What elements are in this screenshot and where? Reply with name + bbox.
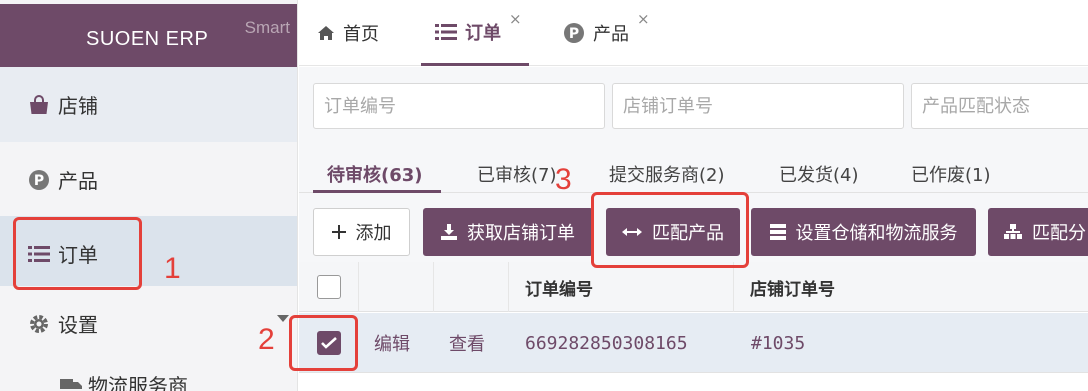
server-icon <box>769 224 786 240</box>
annotation-box-2 <box>289 315 358 371</box>
sidebar-subitem-logistics[interactable]: 物流服务商 <box>60 370 188 391</box>
edit-link[interactable]: 编辑 <box>374 313 410 373</box>
orders-table: 订单编号 店铺订单号 编辑 查看 669282850308165 #1035 <box>299 262 1088 391</box>
tab-shipped[interactable]: 已发货(4) <box>779 161 859 187</box>
chevron-down-icon <box>277 315 289 322</box>
fetch-shop-orders-button[interactable]: 获取店铺订单 <box>423 208 593 256</box>
shopping-bag-icon <box>26 94 52 116</box>
p-circle-icon: P <box>26 169 52 191</box>
active-tab-indicator <box>313 190 441 193</box>
plus-icon <box>331 225 346 239</box>
order-number-input[interactable] <box>313 83 605 129</box>
tab-label: 产品 <box>593 24 629 45</box>
brand-tag: Smart <box>244 18 290 37</box>
button-label: 设置仓储和物流服务 <box>795 223 958 244</box>
tab-label: 首页 <box>343 24 379 45</box>
match-status-select[interactable] <box>911 83 1088 129</box>
brand-header: SUOEN ERP Smart <box>0 4 297 67</box>
brand-name: SUOEN ERP <box>86 28 209 50</box>
annotation-number-3: 3 <box>555 163 572 196</box>
svg-text:P: P <box>34 173 44 189</box>
view-link[interactable]: 查看 <box>449 313 485 373</box>
button-label: 获取店铺订单 <box>467 223 575 244</box>
close-icon[interactable]: × <box>637 10 650 28</box>
tab-products[interactable]: P 产品 <box>563 0 629 66</box>
annotation-number-2: 2 <box>258 323 275 356</box>
column-header-shop-order-number[interactable]: 店铺订单号 <box>734 262 1088 312</box>
assign-button[interactable]: 匹配分 <box>988 208 1088 256</box>
tab-bar: 首页 订单 × P 产品 × <box>299 0 1088 66</box>
column-header-order-number[interactable]: 订单编号 <box>509 262 734 312</box>
tab-voided[interactable]: 已作废(1) <box>911 161 991 187</box>
annotation-box-3 <box>591 192 749 268</box>
shop-order-number-cell: #1035 <box>751 332 806 354</box>
sidebar-item-label: 店铺 <box>58 94 98 118</box>
set-warehouse-logistics-button[interactable]: 设置仓储和物流服务 <box>751 208 976 256</box>
select-all-checkbox[interactable] <box>316 275 341 299</box>
button-label: 匹配分 <box>1032 223 1086 244</box>
column-header-view <box>434 262 509 312</box>
svg-text:P: P <box>569 26 579 42</box>
sidebar-item-shop[interactable]: 店铺 <box>0 67 297 142</box>
order-number-cell: 669282850308165 <box>525 332 688 354</box>
sidebar-item-label: 产品 <box>58 169 98 193</box>
p-circle-icon: P <box>563 22 585 44</box>
close-icon[interactable]: × <box>509 10 522 28</box>
sidebar-item-settings[interactable]: 设置 <box>0 286 297 361</box>
sitemap-icon <box>1004 224 1022 240</box>
column-header-edit <box>359 262 434 312</box>
annotation-number-1: 1 <box>164 252 181 285</box>
home-icon <box>317 25 335 41</box>
button-label: 添加 <box>355 223 392 244</box>
download-icon <box>441 224 457 240</box>
add-button[interactable]: 添加 <box>313 208 410 256</box>
sidebar-item-label: 设置 <box>58 313 98 337</box>
select-all-cell <box>299 262 359 312</box>
tab-submitted-provider[interactable]: 提交服务商(2) <box>609 161 725 187</box>
table-row[interactable]: 编辑 查看 669282850308165 #1035 <box>299 313 1088 373</box>
sidebar-item-product[interactable]: P 产品 <box>0 142 297 217</box>
shop-order-number-input[interactable] <box>612 83 904 129</box>
status-tabs: 待审核(63) 已审核(7) 提交服务商(2) 已发货(4) 已作废(1) <box>299 153 1088 193</box>
tab-reviewed[interactable]: 已审核(7) <box>477 161 557 187</box>
sidebar-subitem-label: 物流服务商 <box>88 374 188 391</box>
sidebar: SUOEN ERP Smart 店铺 P 产品 订单 设置 物流服务商 <box>0 0 298 391</box>
annotation-box-1 <box>13 217 142 290</box>
table-header: 订单编号 店铺订单号 <box>299 262 1088 312</box>
truck-icon <box>60 377 82 391</box>
tab-pending-review[interactable]: 待审核(63) <box>327 161 423 187</box>
tab-label: 订单 <box>465 22 501 44</box>
tab-home[interactable]: 首页 <box>317 0 379 66</box>
list-icon <box>435 23 457 41</box>
gear-icon <box>26 313 52 335</box>
